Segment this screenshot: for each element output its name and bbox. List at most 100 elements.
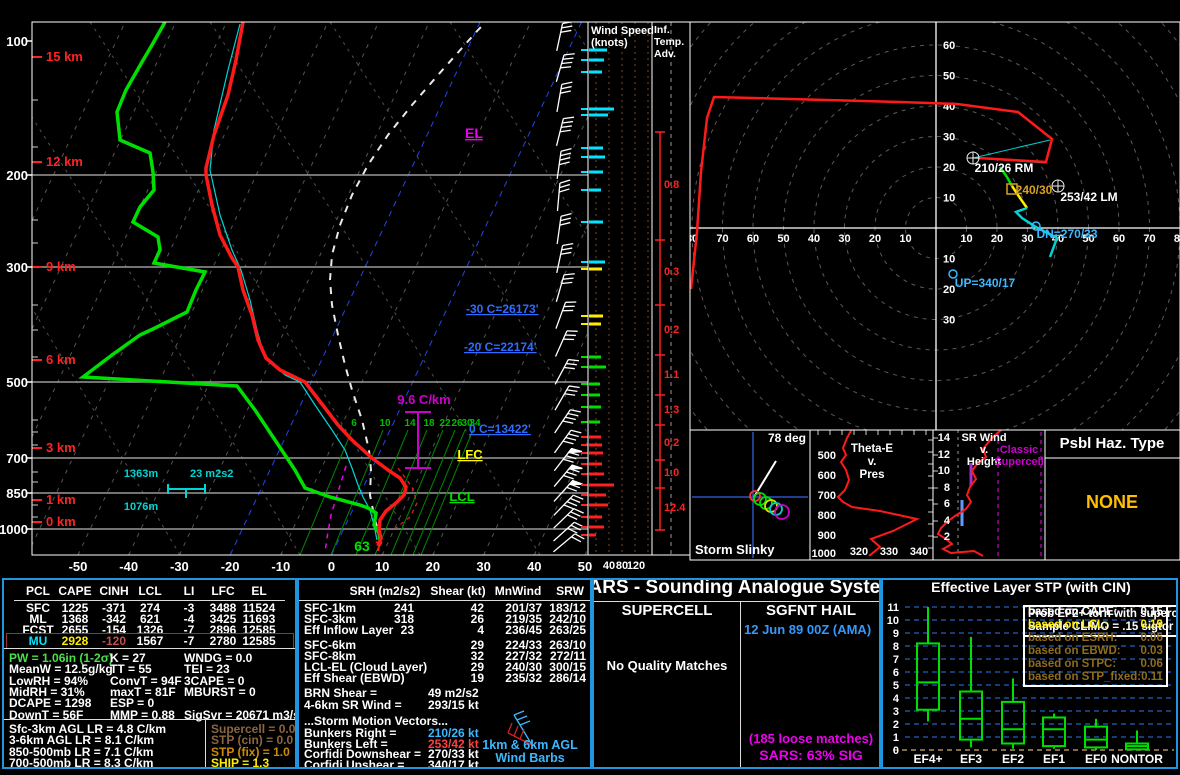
advection-value: 0.8 bbox=[664, 179, 679, 191]
hodo-ring-label: 40 bbox=[808, 233, 820, 245]
wind-speed-bar bbox=[589, 383, 600, 386]
height-km-label: 6 km bbox=[46, 352, 76, 367]
stp-ytick: 4 bbox=[893, 693, 900, 705]
pressure-label: 1000 bbox=[0, 522, 28, 537]
hodo-ring-label: 30 bbox=[838, 233, 850, 245]
srwind-ylabel: 14 bbox=[938, 432, 951, 444]
wind-speed-bar bbox=[589, 315, 603, 318]
wind-speed-bar bbox=[589, 504, 608, 507]
srwind-ylabel: 2 bbox=[944, 531, 950, 543]
temp-axis-label: -40 bbox=[119, 559, 138, 574]
hodo-ring-label: 80 bbox=[1174, 233, 1180, 245]
thetae-ylabel: 500 bbox=[818, 450, 836, 462]
th-header: LI bbox=[184, 586, 195, 597]
thetae-xlabel: 340 bbox=[910, 546, 928, 558]
skewt-annotation: -30 C=26173' bbox=[466, 302, 539, 316]
kine-header: SRW bbox=[556, 586, 584, 597]
advection-title: Adv. bbox=[654, 48, 676, 60]
th-header: LCL bbox=[138, 586, 161, 597]
stp-legend-row: based on STPC:0.06 bbox=[1028, 658, 1163, 671]
wind-speed-bar bbox=[589, 526, 604, 529]
hodo-ring-label: 70 bbox=[716, 233, 728, 245]
lapse-rate-stat: 700-500mb LR = 8.3 C/km bbox=[9, 758, 153, 769]
kine-row-value: 26 bbox=[419, 614, 484, 625]
divider bbox=[4, 648, 295, 649]
lapse-rate-label: 9.6 C/km bbox=[397, 392, 450, 407]
barb-caption: Wind Barbs bbox=[495, 753, 564, 764]
stp-ytick: 10 bbox=[887, 615, 899, 627]
advection-value: 0.2 bbox=[664, 437, 679, 449]
hodo-ring-label: 10 bbox=[960, 233, 972, 245]
kine-row-value: 286/14 bbox=[524, 673, 586, 684]
temp-axis-label: 30 bbox=[476, 559, 490, 574]
inflow-srh-label: 23 m2s2 bbox=[190, 468, 233, 480]
pressure-label: 100 bbox=[6, 34, 28, 49]
srwind-ylabel: 4 bbox=[944, 515, 951, 527]
hazard-title: Psbl Haz. Type bbox=[1060, 435, 1165, 452]
sars-panel[interactable]: SARS - Sounding Analogue System SUPERCEL… bbox=[592, 578, 881, 769]
wind-speed-bar bbox=[589, 189, 601, 192]
hodo-ring-label: 10 bbox=[899, 233, 911, 245]
mixing-ratio-label: 10 bbox=[379, 418, 391, 429]
kinematics-panel[interactable]: SRH (m2/s2)Shear (kt)MnWindSRWSFC-1km241… bbox=[297, 578, 592, 769]
stp-category-label: EF3 bbox=[960, 752, 982, 766]
thetae-ylabel: 1000 bbox=[812, 548, 836, 560]
stp-ytick: 5 bbox=[893, 680, 899, 692]
wind-axis-label: 120 bbox=[627, 560, 645, 572]
wind-speed-bar bbox=[589, 463, 602, 466]
wind-speed-bar bbox=[589, 59, 604, 62]
stp-category-label: EF1 bbox=[1043, 752, 1065, 766]
mean-wind-label: 240/30 bbox=[1016, 183, 1053, 197]
kine-row-value: 263/25 bbox=[524, 625, 586, 636]
stp-category-label: EF2 bbox=[1002, 752, 1024, 766]
surface-temp-value: 7 bbox=[375, 538, 383, 554]
th-header: PCL bbox=[26, 586, 50, 597]
th-header: EL bbox=[251, 586, 266, 597]
srwind-46-value: 293/15 kt bbox=[428, 700, 479, 711]
stp-box-EF3 bbox=[960, 637, 982, 748]
upper-plots-canvas[interactable]: 6101418222630349.6 C/km1363m23 m2s21076m… bbox=[0, 0, 1180, 578]
wind-speed-bar bbox=[589, 473, 604, 476]
kine-row-value: 4 bbox=[419, 625, 484, 636]
storm-vector-value: 340/17 kt bbox=[428, 760, 479, 769]
stp-ytick: 9 bbox=[893, 628, 899, 640]
stp-legend-row: based on STP_fixed:0.11 bbox=[1028, 671, 1163, 684]
advection-value: 1.1 bbox=[664, 369, 679, 381]
divider bbox=[205, 719, 206, 767]
srwind-title: v. bbox=[980, 444, 988, 456]
stp-legend-row: based on ESRH:0.06 bbox=[1028, 632, 1163, 645]
srwind-ylabel: 12 bbox=[938, 449, 950, 461]
srwind-ylabel: 10 bbox=[938, 465, 950, 477]
temp-axis-label: 20 bbox=[426, 559, 440, 574]
hodo-ring-label: 60 bbox=[943, 40, 955, 52]
stp-ytick: 1 bbox=[893, 732, 899, 744]
wind-speed-bar bbox=[589, 171, 603, 174]
stp-legend-row: based on CAPE:0.15 bbox=[1028, 606, 1163, 619]
stp-box-EF1 bbox=[1043, 714, 1065, 749]
stp-panel[interactable]: Effective Layer STP (with CIN) 012345678… bbox=[881, 578, 1178, 769]
thetae-title: Theta-E bbox=[851, 443, 894, 455]
kine-row-label: Eff Shear (EBWD) bbox=[304, 673, 405, 684]
wind-axis-label: 40 bbox=[603, 560, 615, 572]
th-header: CAPE bbox=[58, 586, 91, 597]
height-km-label: 9 km bbox=[46, 259, 76, 274]
hodo-ring-label: 60 bbox=[1113, 233, 1125, 245]
thermo-panel[interactable]: PCLCAPECINHLCLLILFCELSFC1225-371274-3348… bbox=[2, 578, 297, 769]
pressure-label: 850 bbox=[6, 486, 28, 501]
wind-speed-bar bbox=[589, 268, 602, 271]
hazard-value: NONE bbox=[1086, 492, 1138, 512]
pressure-label: 200 bbox=[6, 168, 28, 183]
advection-value: 1.0 bbox=[664, 467, 679, 479]
classic-supercell-label: Classic bbox=[1000, 444, 1039, 456]
stp-category-label: NONTOR bbox=[1111, 752, 1163, 766]
classic-supercell-label: Supercell bbox=[994, 456, 1044, 468]
sars-title: SARS - Sounding Analogue System bbox=[592, 582, 881, 593]
sars-supercell-header: SUPERCELL bbox=[622, 605, 713, 616]
wind-speed-bar bbox=[589, 394, 600, 397]
corfidi-up-label: UP=340/17 bbox=[955, 276, 1016, 290]
srwind-ylabel: 8 bbox=[944, 482, 950, 494]
thetae-xlabel: 330 bbox=[880, 546, 898, 558]
wind-speed-bar bbox=[589, 366, 606, 369]
barb-caption: 1km & 6km AGL bbox=[482, 740, 577, 751]
sars-hail-match[interactable]: 12 Jun 89 00Z (AMA) bbox=[744, 624, 871, 635]
